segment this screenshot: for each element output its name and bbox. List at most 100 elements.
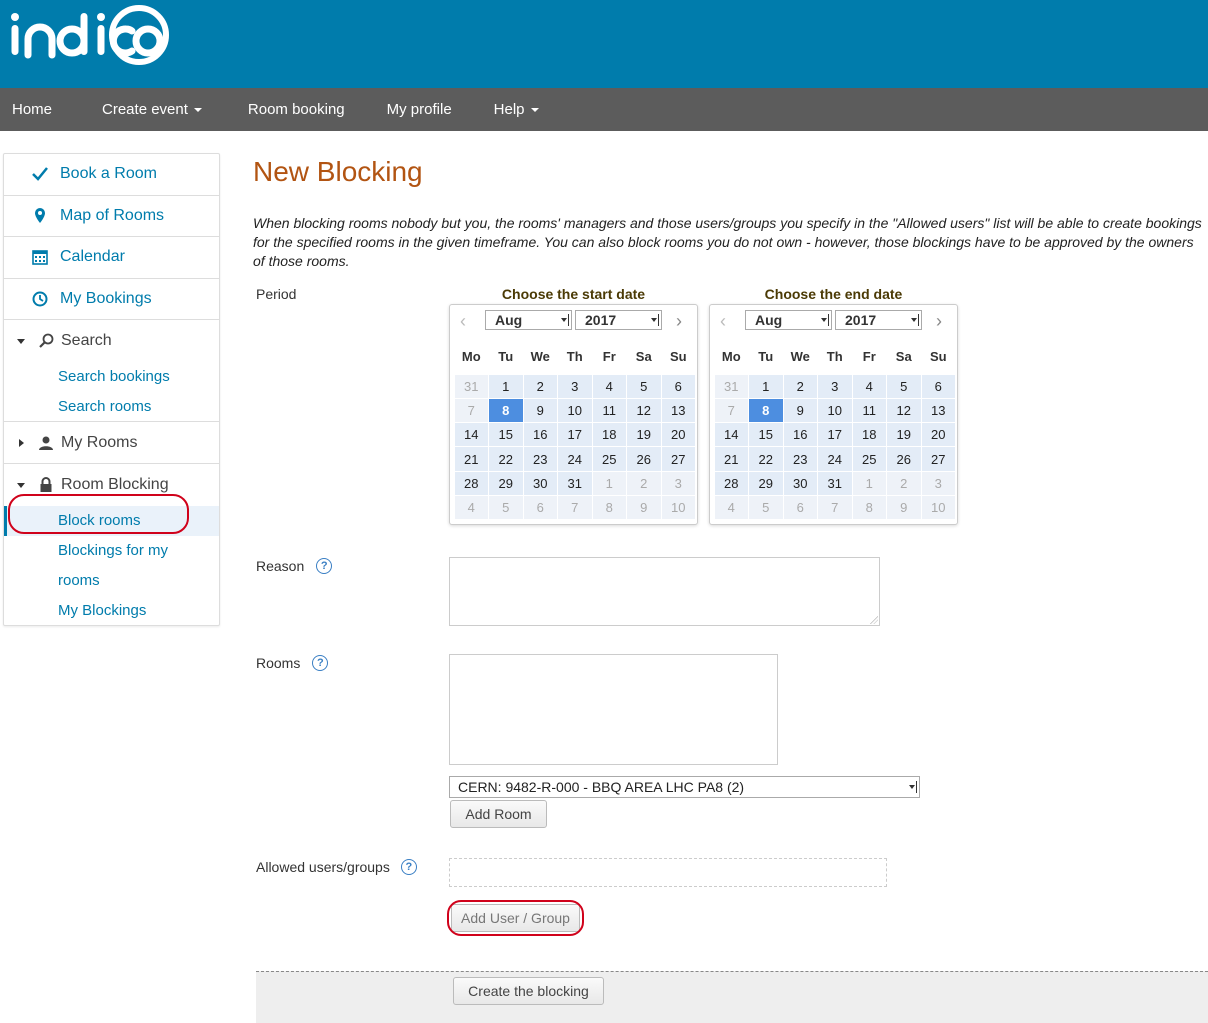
calendar-day[interactable]: 26 — [887, 447, 921, 471]
nav-room-booking[interactable]: Room booking — [236, 88, 357, 131]
calendar-day[interactable]: 2 — [887, 471, 921, 495]
calendar-day[interactable]: 1 — [852, 471, 886, 495]
calendar-day[interactable]: 14 — [454, 423, 488, 447]
calendar-day[interactable]: 10 — [818, 398, 852, 423]
calendar-day[interactable]: 17 — [818, 423, 852, 447]
calendar-day[interactable]: 18 — [592, 423, 626, 447]
calendar-day[interactable]: 24 — [818, 447, 852, 471]
calendar-day[interactable]: 7 — [714, 398, 748, 423]
calendar-day[interactable]: 2 — [627, 471, 661, 495]
month-select[interactable]: Aug — [485, 310, 572, 330]
calendar-day[interactable]: 22 — [749, 447, 783, 471]
help-icon[interactable]: ? — [312, 655, 329, 671]
calendar-day[interactable]: 1 — [592, 471, 626, 495]
calendar-day[interactable]: 21 — [714, 447, 748, 471]
calendar-day[interactable]: 20 — [921, 423, 955, 447]
calendar-day[interactable]: 23 — [523, 447, 557, 471]
calendar-day[interactable]: 9 — [523, 398, 557, 423]
calendar-day[interactable]: 20 — [661, 423, 695, 447]
calendar-day[interactable]: 31 — [558, 471, 592, 495]
calendar-day[interactable]: 31 — [454, 374, 488, 398]
calendar-day[interactable]: 3 — [921, 471, 955, 495]
calendar-day[interactable]: 8 — [852, 495, 886, 520]
calendar-day[interactable]: 3 — [661, 471, 695, 495]
room-select[interactable]: CERN: 9482-R-000 - BBQ AREA LHC PA8 (2) — [449, 776, 920, 798]
calendar-day[interactable]: 21 — [454, 447, 488, 471]
calendar-day[interactable]: 10 — [921, 495, 955, 520]
calendar-day[interactable]: 6 — [921, 374, 955, 398]
calendar-day[interactable]: 28 — [454, 471, 488, 495]
calendar-day[interactable]: 12 — [887, 398, 921, 423]
calendar-day[interactable]: 4 — [592, 374, 626, 398]
calendar-day[interactable]: 9 — [783, 398, 817, 423]
calendar-day[interactable]: 11 — [852, 398, 886, 423]
calendar-day[interactable]: 2 — [523, 374, 557, 398]
calendar-day[interactable]: 28 — [714, 471, 748, 495]
sidebar-group-my-rooms[interactable]: My Rooms — [4, 422, 219, 464]
sidebar-item-calendar[interactable]: Calendar — [4, 237, 219, 279]
sidebar-item-search-rooms[interactable]: Search rooms — [4, 392, 219, 422]
calendar-day[interactable]: 27 — [921, 447, 955, 471]
calendar-day[interactable]: 5 — [627, 374, 661, 398]
calendar-day[interactable]: 8 — [592, 495, 626, 520]
sidebar-item-search-bookings[interactable]: Search bookings — [4, 362, 219, 392]
nav-my-profile[interactable]: My profile — [375, 88, 464, 131]
calendar-day[interactable]: 7 — [558, 495, 592, 520]
calendar-day[interactable]: 17 — [558, 423, 592, 447]
add-room-button[interactable]: Add Room — [450, 800, 547, 828]
calendar-day[interactable]: 12 — [627, 398, 661, 423]
year-select[interactable]: 2017 — [575, 310, 662, 330]
add-user-group-button[interactable]: Add User / Group — [451, 904, 580, 932]
calendar-day[interactable]: 10 — [661, 495, 695, 520]
calendar-day[interactable]: 8 — [749, 398, 783, 423]
calendar-day[interactable]: 24 — [558, 447, 592, 471]
calendar-day[interactable]: 31 — [818, 471, 852, 495]
nav-home[interactable]: Home — [0, 88, 64, 131]
calendar-day[interactable]: 29 — [749, 471, 783, 495]
calendar-day[interactable]: 16 — [783, 423, 817, 447]
calendar-day[interactable]: 8 — [489, 398, 523, 423]
calendar-day[interactable]: 3 — [818, 374, 852, 398]
sidebar-item-my-bookings[interactable]: My Bookings — [4, 279, 219, 320]
help-icon[interactable]: ? — [316, 558, 333, 574]
calendar-day[interactable]: 10 — [558, 398, 592, 423]
resize-handle-icon[interactable] — [870, 616, 878, 624]
indico-logo[interactable]: indico — [11, 5, 173, 70]
year-select[interactable]: 2017 — [835, 310, 922, 330]
calendar-day[interactable]: 19 — [887, 423, 921, 447]
calendar-day[interactable]: 5 — [749, 495, 783, 520]
create-blocking-button[interactable]: Create the blocking — [453, 977, 604, 1005]
chevron-right-icon[interactable]: › — [676, 311, 682, 332]
calendar-day[interactable]: 6 — [523, 495, 557, 520]
calendar-day[interactable]: 4 — [714, 495, 748, 520]
calendar-day[interactable]: 16 — [523, 423, 557, 447]
sidebar-item-block-rooms[interactable]: Block rooms — [4, 506, 219, 536]
calendar-day[interactable]: 1 — [489, 374, 523, 398]
calendar-day[interactable]: 3 — [558, 374, 592, 398]
sidebar-group-room-blocking[interactable]: Room Blocking — [4, 464, 219, 506]
calendar-day[interactable]: 30 — [523, 471, 557, 495]
sidebar-item-my-blockings[interactable]: My Blockings — [4, 596, 219, 626]
calendar-day[interactable]: 31 — [714, 374, 748, 398]
nav-help[interactable]: Help — [482, 88, 551, 131]
calendar-day[interactable]: 15 — [489, 423, 523, 447]
calendar-day[interactable]: 9 — [627, 495, 661, 520]
calendar-day[interactable]: 22 — [489, 447, 523, 471]
calendar-day[interactable]: 14 — [714, 423, 748, 447]
sidebar-item-map-of-rooms[interactable]: Map of Rooms — [4, 196, 219, 237]
reason-textarea[interactable] — [449, 557, 880, 626]
month-select[interactable]: Aug — [745, 310, 832, 330]
sidebar-item-blockings-for-my-rooms[interactable]: Blockings for my — [4, 536, 219, 566]
chevron-left-icon[interactable]: ‹ — [460, 311, 466, 332]
calendar-day[interactable]: 26 — [627, 447, 661, 471]
calendar-day[interactable]: 25 — [852, 447, 886, 471]
calendar-day[interactable]: 27 — [661, 447, 695, 471]
calendar-day[interactable]: 30 — [783, 471, 817, 495]
calendar-day[interactable]: 5 — [489, 495, 523, 520]
calendar-day[interactable]: 6 — [783, 495, 817, 520]
chevron-left-icon[interactable]: ‹ — [720, 311, 726, 332]
calendar-day[interactable]: 4 — [852, 374, 886, 398]
calendar-day[interactable]: 23 — [783, 447, 817, 471]
calendar-day[interactable]: 13 — [661, 398, 695, 423]
calendar-day[interactable]: 11 — [592, 398, 626, 423]
